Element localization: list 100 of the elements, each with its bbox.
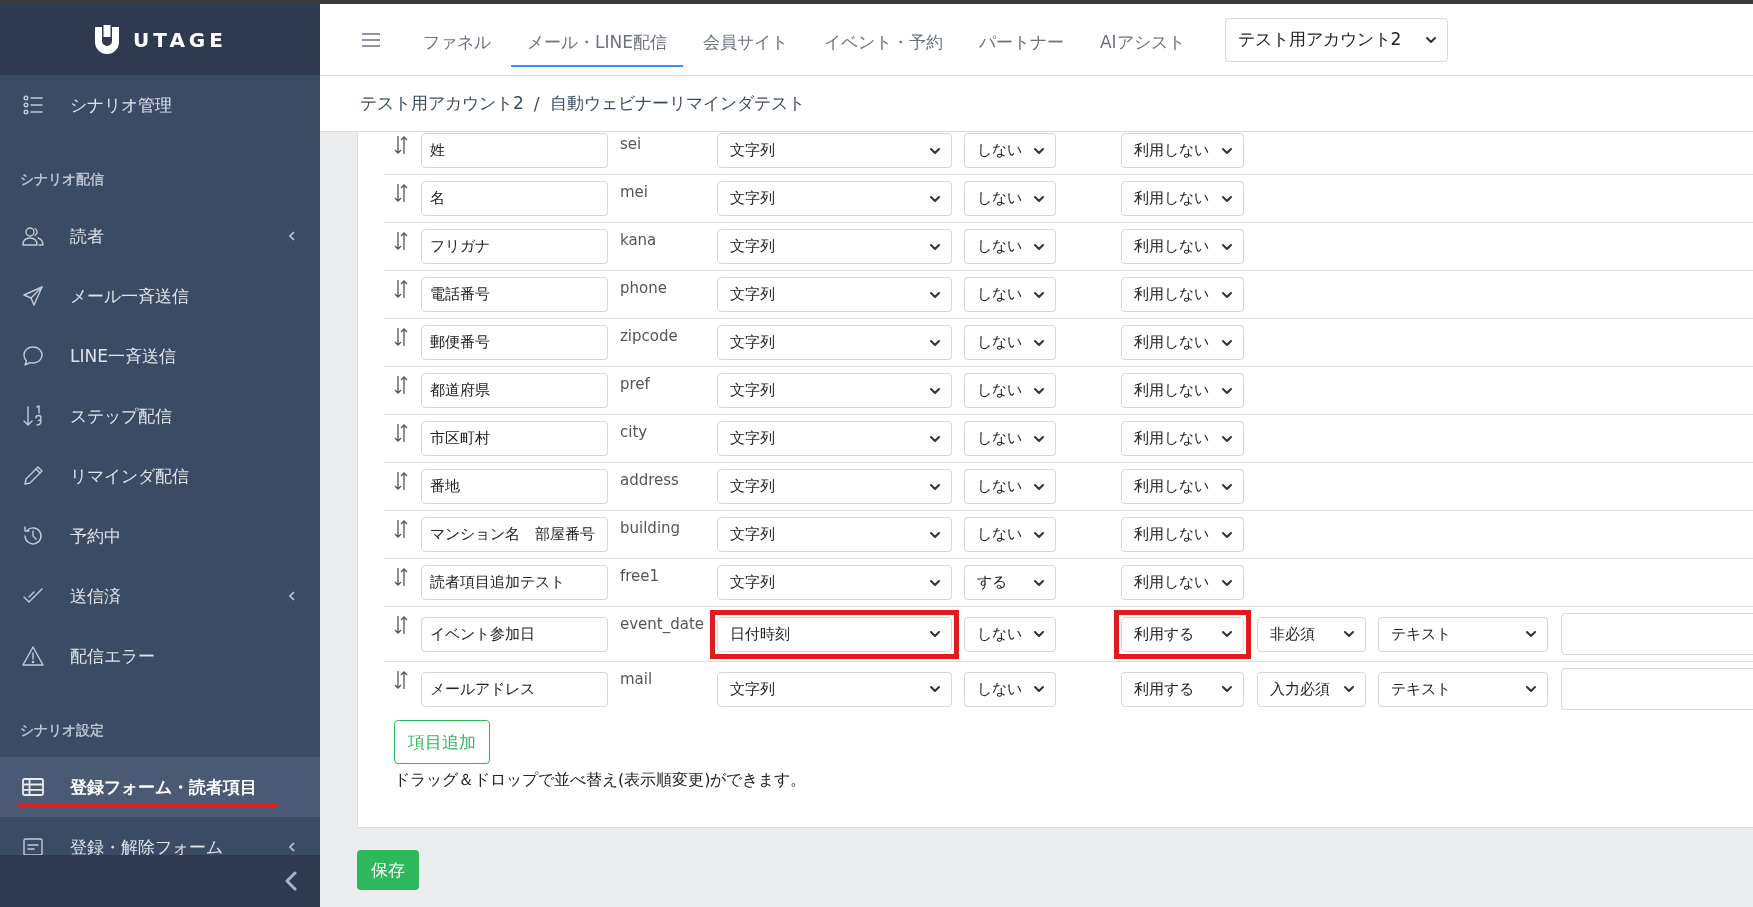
breadcrumb-link[interactable]: テスト用アカウント2 — [360, 92, 524, 115]
sort-icon[interactable] — [394, 375, 408, 395]
account-dropdown[interactable]: テスト用アカウント2 — [1224, 17, 1448, 62]
name-field[interactable]: 電話番号 — [421, 277, 608, 312]
name-field[interactable]: フリガナ — [421, 229, 608, 264]
sidebar-item[interactable]: 登録フォーム・読者項目 — [0, 757, 320, 817]
name-field[interactable]: メールアドレス — [421, 671, 608, 707]
type-dropdown[interactable]: 文字列 — [717, 133, 952, 168]
name-field[interactable]: 郵便番号 — [421, 325, 608, 360]
field-key: kana — [608, 229, 710, 249]
usage-dropdown[interactable]: 利用しない — [1121, 133, 1244, 168]
option-dropdown[interactable]: しない — [964, 517, 1056, 552]
input-type-dropdown[interactable]: テキスト — [1378, 616, 1548, 652]
sort-icon[interactable] — [394, 615, 408, 635]
sidebar-item[interactable]: 配信エラー — [0, 626, 320, 686]
field-key: phone — [608, 277, 710, 297]
table-icon — [22, 776, 44, 798]
sort-icon[interactable] — [394, 279, 408, 299]
requirement-dropdown[interactable]: 非必須 — [1257, 616, 1366, 652]
option-dropdown[interactable]: しない — [964, 133, 1056, 168]
nav-tab[interactable]: AIアシスト — [1083, 18, 1201, 67]
sidebar-item[interactable]: 予約中 — [0, 506, 320, 566]
sidebar-item[interactable]: LINE一斉送信 — [0, 326, 320, 386]
sort-icon[interactable] — [394, 567, 408, 587]
sidebar-item[interactable]: メール一斉送信 — [0, 266, 320, 326]
sort-down-icon — [22, 405, 44, 427]
collapse-icon[interactable] — [284, 871, 298, 891]
type-dropdown[interactable]: 文字列 — [717, 671, 952, 707]
option-dropdown[interactable]: しない — [964, 421, 1056, 456]
type-dropdown[interactable]: 文字列 — [717, 181, 952, 216]
usage-dropdown[interactable]: 利用しない — [1121, 469, 1244, 504]
type-dropdown[interactable]: 文字列 — [717, 565, 952, 600]
type-dropdown[interactable]: 文字列 — [717, 517, 952, 552]
sidebar-item[interactable]: 読者 — [0, 206, 320, 266]
type-dropdown[interactable]: 文字列 — [717, 469, 952, 504]
usage-dropdown[interactable]: 利用する — [1121, 671, 1244, 707]
sort-icon[interactable] — [394, 135, 408, 155]
sidebar-item[interactable]: ステップ配信 — [0, 386, 320, 446]
name-field[interactable]: 番地 — [421, 469, 608, 504]
type-dropdown[interactable]: 文字列 — [717, 229, 952, 264]
option-dropdown[interactable]: しない — [964, 373, 1056, 408]
warning-icon — [22, 645, 44, 667]
field-key: event_date — [608, 613, 710, 633]
name-field[interactable]: 名 — [421, 181, 608, 216]
sort-icon[interactable] — [394, 231, 408, 251]
requirement-dropdown[interactable]: 入力必須 — [1257, 671, 1366, 707]
type-dropdown[interactable]: 日付時刻 — [717, 616, 952, 652]
logo-text: UTAGE — [133, 27, 227, 52]
option-dropdown[interactable]: しない — [964, 181, 1056, 216]
sidebar-item[interactable]: リマインダ配信 — [0, 446, 320, 506]
usage-dropdown[interactable]: 利用しない — [1121, 373, 1244, 408]
name-field[interactable]: イベント参加日 — [421, 616, 608, 652]
sort-icon[interactable] — [394, 519, 408, 539]
name-field[interactable]: 読者項目追加テスト — [421, 565, 608, 600]
field-key: free1 — [608, 565, 710, 585]
usage-dropdown[interactable]: 利用しない — [1121, 229, 1244, 264]
nav-tab[interactable]: パートナー — [962, 18, 1080, 67]
option-dropdown[interactable]: しない — [964, 671, 1056, 707]
chevron-icon — [1343, 628, 1355, 640]
sidebar-item[interactable]: 登録・解除フォーム — [0, 817, 320, 855]
input-field[interactable] — [1561, 613, 1753, 655]
type-dropdown[interactable]: 文字列 — [717, 277, 952, 312]
sidebar-item[interactable]: シナリオ管理 — [0, 75, 320, 135]
sort-icon[interactable] — [394, 471, 408, 491]
chevron-icon — [1525, 683, 1537, 695]
name-field[interactable]: 市区町村 — [421, 421, 608, 456]
input-field[interactable] — [1561, 668, 1753, 710]
usage-dropdown[interactable]: 利用しない — [1121, 277, 1244, 312]
option-dropdown[interactable]: しない — [964, 325, 1056, 360]
name-field[interactable]: マンション名 部屋番号 — [421, 517, 608, 552]
chevron-icon — [929, 628, 941, 640]
sidebar-item[interactable]: 送信済 — [0, 566, 320, 626]
option-dropdown[interactable]: する — [964, 565, 1056, 600]
nav-tab[interactable]: ファネル — [407, 18, 507, 67]
sort-icon[interactable] — [394, 327, 408, 347]
sort-icon[interactable] — [394, 423, 408, 443]
field-key: building — [608, 517, 710, 537]
option-dropdown[interactable]: しない — [964, 616, 1056, 652]
sort-icon[interactable] — [394, 670, 408, 690]
option-dropdown[interactable]: しない — [964, 277, 1056, 312]
option-dropdown[interactable]: しない — [964, 469, 1056, 504]
usage-dropdown[interactable]: 利用しない — [1121, 565, 1244, 600]
type-dropdown[interactable]: 文字列 — [717, 325, 952, 360]
type-dropdown[interactable]: 文字列 — [717, 421, 952, 456]
chevron-icon — [1033, 628, 1045, 640]
nav-tab[interactable]: メール・LINE配信 — [511, 18, 683, 67]
menu-icon[interactable] — [361, 31, 381, 48]
input-type-dropdown[interactable]: テキスト — [1378, 671, 1548, 707]
name-field[interactable]: 姓 — [421, 133, 608, 168]
nav-tab[interactable]: 会員サイト — [686, 18, 804, 67]
name-field[interactable]: 都道府県 — [421, 373, 608, 408]
sort-icon[interactable] — [394, 183, 408, 203]
usage-dropdown[interactable]: 利用する — [1121, 616, 1244, 652]
usage-dropdown[interactable]: 利用しない — [1121, 181, 1244, 216]
usage-dropdown[interactable]: 利用しない — [1121, 517, 1244, 552]
usage-dropdown[interactable]: 利用しない — [1121, 325, 1244, 360]
usage-dropdown[interactable]: 利用しない — [1121, 421, 1244, 456]
nav-tab[interactable]: イベント・予約 — [807, 18, 959, 67]
option-dropdown[interactable]: しない — [964, 229, 1056, 264]
type-dropdown[interactable]: 文字列 — [717, 373, 952, 408]
